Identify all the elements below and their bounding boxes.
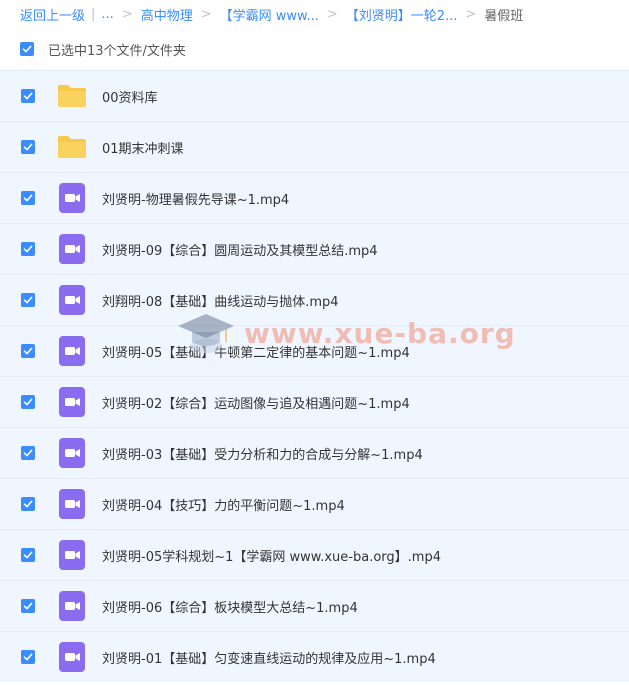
- check-icon: [23, 143, 33, 151]
- check-icon: [23, 245, 33, 253]
- video-file-icon: [59, 336, 85, 366]
- file-list: 00资料库 01期末冲刺课刘贤明-物理暑假先导课~1.mp4 刘贤明-09【综合】圆…: [0, 70, 629, 682]
- check-icon: [23, 500, 33, 508]
- file-row[interactable]: 刘贤明-02【综合】运动图像与追及相遇问题~1.mp4: [0, 376, 629, 427]
- folder-thumb[interactable]: [57, 132, 87, 162]
- video-thumb[interactable]: [57, 540, 87, 570]
- check-icon: [23, 449, 33, 457]
- file-row[interactable]: 刘贤明-04【技巧】力的平衡问题~1.mp4: [0, 478, 629, 529]
- breadcrumb-ellipsis[interactable]: ...: [101, 7, 113, 22]
- check-icon: [23, 551, 33, 559]
- selection-bar: 已选中13个文件/文件夹: [0, 28, 629, 70]
- file-row[interactable]: 刘贤明-03【基础】受力分析和力的合成与分解~1.mp4: [0, 427, 629, 478]
- file-row[interactable]: 00资料库: [0, 70, 629, 121]
- file-checkbox[interactable]: [21, 140, 35, 154]
- video-file-icon: [59, 489, 85, 519]
- back-link[interactable]: 返回上一级: [20, 5, 85, 24]
- file-name[interactable]: 刘贤明-06【综合】板块模型大总结~1.mp4: [102, 597, 358, 616]
- file-checkbox[interactable]: [21, 344, 35, 358]
- file-name[interactable]: 刘贤明-05【基础】牛顿第二定律的基本问题~1.mp4: [102, 342, 410, 361]
- file-checkbox[interactable]: [21, 293, 35, 307]
- file-name[interactable]: 刘贤明-05学科规划~1【学霸网 www.xue-ba.org】.mp4: [102, 546, 441, 565]
- video-file-icon: [59, 234, 85, 264]
- video-file-icon: [59, 642, 85, 672]
- video-file-icon: [59, 285, 85, 315]
- video-thumb[interactable]: [57, 234, 87, 264]
- selection-summary: 已选中13个文件/文件夹: [48, 43, 186, 59]
- file-checkbox[interactable]: [21, 497, 35, 511]
- file-row[interactable]: 刘贤明-物理暑假先导课~1.mp4: [0, 172, 629, 223]
- file-row[interactable]: 刘贤明-01【基础】匀变速直线运动的规律及应用~1.mp4: [0, 631, 629, 682]
- file-row[interactable]: 01期末冲刺课: [0, 121, 629, 172]
- video-file-icon: [59, 387, 85, 417]
- file-name[interactable]: 01期末冲刺课: [102, 138, 184, 157]
- check-icon: [23, 398, 33, 406]
- check-icon: [23, 92, 33, 100]
- breadcrumb-divider: |: [91, 6, 96, 22]
- file-checkbox[interactable]: [21, 242, 35, 256]
- file-row[interactable]: 刘贤明-06【综合】板块模型大总结~1.mp4: [0, 580, 629, 631]
- file-name[interactable]: 刘翔明-08【基础】曲线运动与抛体.mp4: [102, 291, 339, 310]
- breadcrumb-separator: >: [121, 6, 133, 22]
- breadcrumb-separator: >: [465, 6, 477, 22]
- video-thumb[interactable]: [57, 489, 87, 519]
- folder-icon: [58, 85, 86, 107]
- breadcrumb-item-1[interactable]: 高中物理: [141, 5, 193, 24]
- file-browser: 返回上一级 | ... > 高中物理 > 【学霸网 www... > 【刘贤明】…: [0, 0, 629, 685]
- file-row[interactable]: 刘翔明-08【基础】曲线运动与抛体.mp4: [0, 274, 629, 325]
- check-icon: [23, 296, 33, 304]
- breadcrumb: 返回上一级 | ... > 高中物理 > 【学霸网 www... > 【刘贤明】…: [0, 0, 629, 28]
- file-checkbox[interactable]: [21, 89, 35, 103]
- video-thumb[interactable]: [57, 591, 87, 621]
- file-name[interactable]: 刘贤明-09【综合】圆周运动及其模型总结.mp4: [102, 240, 378, 259]
- video-thumb[interactable]: [57, 642, 87, 672]
- file-checkbox[interactable]: [21, 395, 35, 409]
- file-checkbox[interactable]: [21, 599, 35, 613]
- video-file-icon: [59, 591, 85, 621]
- check-icon: [23, 194, 33, 202]
- check-icon: [23, 602, 33, 610]
- select-all-checkbox[interactable]: [20, 42, 34, 56]
- check-icon: [22, 45, 32, 53]
- file-checkbox[interactable]: [21, 548, 35, 562]
- folder-icon: [58, 136, 86, 158]
- file-name[interactable]: 刘贤明-02【综合】运动图像与追及相遇问题~1.mp4: [102, 393, 410, 412]
- file-name[interactable]: 刘贤明-01【基础】匀变速直线运动的规律及应用~1.mp4: [102, 648, 436, 667]
- video-thumb[interactable]: [57, 285, 87, 315]
- check-icon: [23, 347, 33, 355]
- file-row[interactable]: 刘贤明-05【基础】牛顿第二定律的基本问题~1.mp4: [0, 325, 629, 376]
- breadcrumb-separator: >: [200, 6, 212, 22]
- breadcrumb-item-3[interactable]: 【刘贤明】一轮2...: [346, 5, 458, 24]
- folder-thumb[interactable]: [57, 81, 87, 111]
- check-icon: [23, 653, 33, 661]
- breadcrumb-current: 暑假班: [484, 8, 524, 24]
- file-checkbox[interactable]: [21, 191, 35, 205]
- video-thumb[interactable]: [57, 387, 87, 417]
- file-name[interactable]: 刘贤明-04【技巧】力的平衡问题~1.mp4: [102, 495, 345, 514]
- video-file-icon: [59, 438, 85, 468]
- breadcrumb-separator: >: [326, 6, 338, 22]
- breadcrumb-item-2[interactable]: 【学霸网 www...: [220, 5, 319, 24]
- file-name[interactable]: 00资料库: [102, 87, 158, 106]
- file-row[interactable]: 刘贤明-05学科规划~1【学霸网 www.xue-ba.org】.mp4: [0, 529, 629, 580]
- video-file-icon: [59, 183, 85, 213]
- file-checkbox[interactable]: [21, 446, 35, 460]
- file-name[interactable]: 刘贤明-物理暑假先导课~1.mp4: [102, 189, 289, 208]
- file-checkbox[interactable]: [21, 650, 35, 664]
- file-row[interactable]: 刘贤明-09【综合】圆周运动及其模型总结.mp4: [0, 223, 629, 274]
- video-thumb[interactable]: [57, 438, 87, 468]
- video-thumb[interactable]: [57, 183, 87, 213]
- file-name[interactable]: 刘贤明-03【基础】受力分析和力的合成与分解~1.mp4: [102, 444, 423, 463]
- video-file-icon: [59, 540, 85, 570]
- video-thumb[interactable]: [57, 336, 87, 366]
